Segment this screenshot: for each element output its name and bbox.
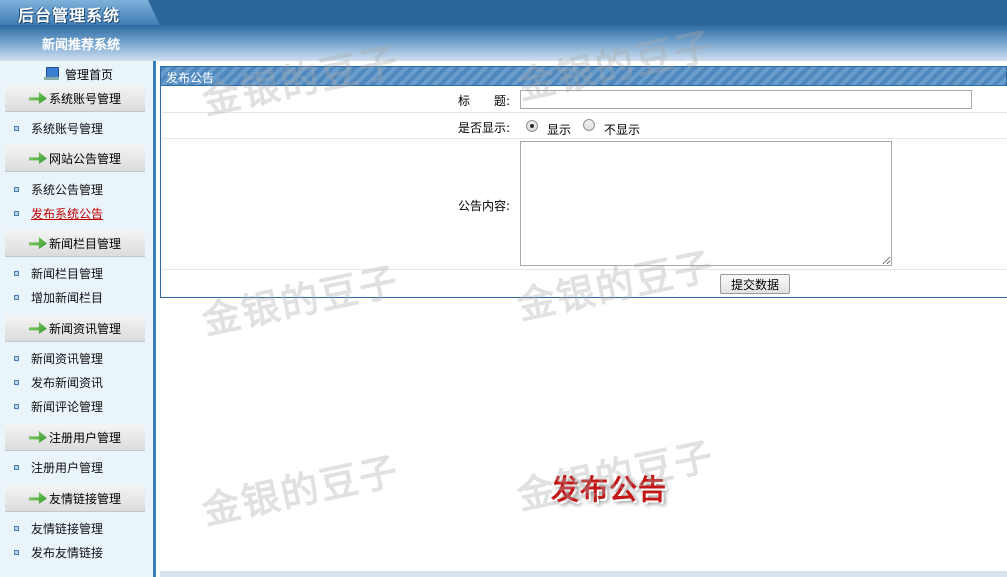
section-title: 友情链接管理 — [48, 491, 121, 506]
page-caption: 发布公告 — [551, 473, 668, 506]
sidebar-item-label: 新闻评论管理 — [31, 399, 104, 414]
section-title: 系统账号管理 — [48, 91, 121, 106]
bullet-icon — [14, 294, 19, 300]
sidebar: 管理首页 系统账号管理 系统账号管理 网站公告管理 系统公告管理 发布系统公告 … — [0, 61, 156, 577]
section-head-links[interactable]: 友情链接管理 — [5, 485, 145, 512]
sidebar-item-account-manage[interactable]: 系统账号管理 — [14, 119, 103, 137]
bullet-icon — [14, 379, 19, 385]
section-title: 网站公告管理 — [48, 151, 121, 166]
arrow-icon — [28, 237, 47, 249]
computer-icon — [44, 67, 60, 81]
content-textarea[interactable] — [520, 141, 892, 266]
panel-title: 发布公告 — [166, 71, 215, 85]
section-head-news[interactable]: 新闻资讯管理 — [5, 315, 145, 342]
arrow-icon — [28, 492, 47, 504]
row-divider — [162, 112, 1007, 113]
main-content: 发布公告 标 题: 是否显示: 显示 不显示 公告内容: 提交数据 发布公告 — [160, 61, 1007, 577]
sidebar-item-column-manage[interactable]: 新闻栏目管理 — [14, 264, 103, 282]
section-head-users[interactable]: 注册用户管理 — [5, 424, 145, 451]
sidebar-item-link-manage[interactable]: 友情链接管理 — [14, 519, 103, 537]
panel-header: 发布公告 — [160, 66, 1007, 86]
section-title: 注册用户管理 — [48, 430, 121, 445]
sidebar-item-label: 发布友情链接 — [31, 545, 104, 560]
section-title: 新闻栏目管理 — [48, 236, 121, 251]
radio-show[interactable] — [526, 120, 538, 132]
sidebar-item-publish-notice[interactable]: 发布系统公告 — [14, 204, 103, 222]
sidebar-item-label: 增加新闻栏目 — [31, 290, 104, 305]
sidebar-item-comment-manage[interactable]: 新闻评论管理 — [14, 397, 103, 415]
header-band: 新闻推荐系统 — [0, 25, 1007, 61]
sidebar-item-user-manage[interactable]: 注册用户管理 — [14, 458, 103, 476]
home-link[interactable]: 管理首页 — [44, 65, 113, 83]
content-label: 公告内容: — [457, 199, 510, 213]
top-bar: 后台管理系统 — [0, 0, 1007, 25]
bullet-icon — [14, 525, 19, 531]
sidebar-item-label: 发布新闻资讯 — [31, 375, 104, 390]
submit-button[interactable]: 提交数据 — [720, 274, 790, 294]
section-title: 新闻资讯管理 — [48, 321, 121, 336]
sidebar-item-label: 新闻资讯管理 — [31, 351, 104, 366]
bullet-icon — [14, 355, 19, 361]
section-head-notice[interactable]: 网站公告管理 — [5, 145, 145, 172]
row-divider — [162, 138, 1007, 139]
arrow-icon — [28, 431, 47, 443]
sidebar-item-publish-link[interactable]: 发布友情链接 — [14, 543, 103, 561]
arrow-icon — [28, 152, 47, 164]
section-head-column[interactable]: 新闻栏目管理 — [5, 230, 145, 257]
bullet-icon — [14, 270, 19, 276]
system-name: 新闻推荐系统 — [42, 38, 121, 53]
arrow-icon — [28, 322, 47, 334]
sidebar-item-label: 新闻栏目管理 — [31, 266, 104, 281]
arrow-icon — [28, 92, 47, 104]
bullet-icon — [14, 464, 19, 470]
sidebar-item-label: 发布系统公告 — [31, 206, 104, 221]
bullet-icon — [14, 403, 19, 409]
sidebar-item-label: 系统公告管理 — [31, 182, 104, 197]
bullet-icon — [14, 549, 19, 555]
title-input[interactable] — [520, 90, 972, 109]
sidebar-item-label: 系统账号管理 — [31, 121, 104, 136]
sidebar-item-label: 注册用户管理 — [31, 460, 104, 475]
section-head-account[interactable]: 系统账号管理 — [5, 85, 145, 112]
bullet-icon — [14, 186, 19, 192]
radio-show-label: 显示 — [547, 123, 572, 137]
bullet-icon — [14, 125, 19, 131]
bullet-icon — [14, 210, 19, 216]
app-title: 后台管理系统 — [18, 6, 121, 25]
title-label: 标 题: — [457, 94, 510, 108]
sidebar-item-add-column[interactable]: 增加新闻栏目 — [14, 288, 103, 306]
display-label: 是否显示: — [457, 121, 510, 135]
sidebar-item-label: 友情链接管理 — [31, 521, 104, 536]
sidebar-item-notice-manage[interactable]: 系统公告管理 — [14, 180, 103, 198]
bottom-divider — [160, 571, 1007, 577]
sidebar-item-news-manage[interactable]: 新闻资讯管理 — [14, 349, 103, 367]
home-link-label: 管理首页 — [65, 67, 114, 82]
sidebar-item-publish-news[interactable]: 发布新闻资讯 — [14, 373, 103, 391]
radio-hide[interactable] — [583, 119, 595, 131]
notice-form: 标 题: 是否显示: 显示 不显示 公告内容: 提交数据 — [160, 86, 1007, 298]
radio-hide-label: 不显示 — [604, 123, 641, 137]
row-divider — [162, 269, 1007, 270]
